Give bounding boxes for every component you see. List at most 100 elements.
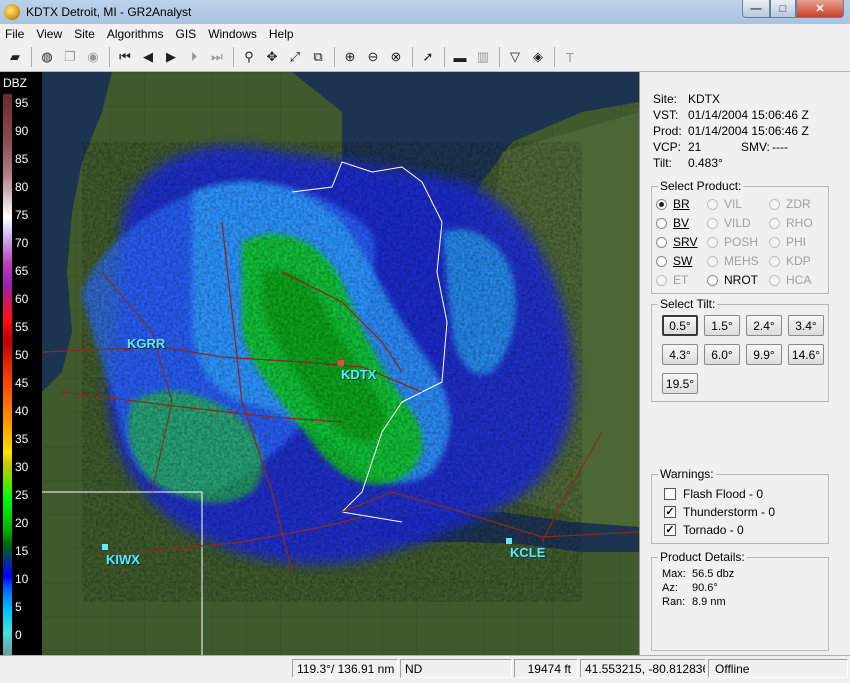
site-label-kgrr[interactable]: KGRR	[127, 336, 165, 351]
product-radio-br[interactable]: BR	[656, 197, 690, 211]
product-radio-srv[interactable]: SRV	[656, 235, 697, 249]
product-label: NROT	[724, 273, 758, 287]
status-bar: 119.3°/ 136.91 nm ND 19474 ft 41.553215,…	[0, 655, 850, 683]
open-folder-icon[interactable]: ▰	[4, 46, 26, 68]
kiwx-site-marker[interactable]	[102, 544, 108, 550]
tilt-button-4-3[interactable]: 4.3°	[662, 344, 698, 365]
split-icon[interactable]: ▥	[472, 46, 494, 68]
window-icon[interactable]: ⧉	[307, 46, 329, 68]
site-label-kiwx[interactable]: KIWX	[106, 552, 140, 567]
scale-tick: 50	[15, 348, 29, 362]
site-label-kcle[interactable]: KCLE	[510, 545, 545, 560]
tilt-button-6-0[interactable]: 6.0°	[704, 344, 740, 365]
product-label: VIL	[724, 197, 743, 211]
tilt-button-2-4[interactable]: 2.4°	[746, 315, 782, 336]
warning-tornado-checkbox[interactable]: ✓ Tornado - 0	[664, 523, 744, 537]
toolbar-separator	[334, 47, 335, 67]
kcle-site-marker[interactable]	[506, 538, 512, 544]
radar-map-view[interactable]: KGRR KDTX KIWX KCLE	[42, 72, 639, 655]
product-radio-mehs[interactable]: MEHS	[707, 254, 759, 268]
product-radio-posh[interactable]: POSH	[707, 235, 758, 249]
warning-thunderstorm-checkbox[interactable]: ✓ Thunderstorm - 0	[664, 505, 775, 519]
kdtx-site-marker[interactable]	[338, 360, 344, 366]
toolbar-separator	[499, 47, 500, 67]
zoom-in-icon[interactable]: ⊕	[339, 46, 361, 68]
zoom-icon[interactable]: ⚲	[238, 46, 260, 68]
skip-first-icon[interactable]: ⏮	[114, 46, 136, 68]
zoom-reset-icon[interactable]: ⊗	[385, 46, 407, 68]
checkbox-box: ✓	[664, 524, 676, 536]
play-icon[interactable]: ▶	[160, 46, 182, 68]
warning-label: Flash Flood - 0	[683, 487, 764, 501]
copy-icon[interactable]: ❐	[59, 46, 81, 68]
reflectivity-echoes	[82, 142, 582, 602]
tilt-button-0-5[interactable]: 0.5°	[662, 315, 698, 336]
ran-value: 8.9 nm	[692, 596, 726, 608]
vst-label: VST:	[653, 108, 679, 122]
filter-icon[interactable]: ▽	[504, 46, 526, 68]
product-radio-nrot[interactable]: NROT	[707, 273, 758, 287]
text-tool-icon[interactable]: T	[559, 46, 581, 68]
scale-tick: 80	[15, 180, 29, 194]
display-icon[interactable]: ▬	[449, 46, 471, 68]
tilt-label: Tilt:	[653, 156, 672, 170]
resize-icon[interactable]: ⤢	[284, 46, 306, 68]
select-tilt-group: Select Tilt: 0.5° 1.5° 2.4° 3.4° 4.3° 6.…	[651, 297, 829, 402]
smv-value: ----	[772, 140, 788, 154]
product-radio-rho[interactable]: RHO	[769, 216, 813, 230]
prod-value: 01/14/2004 15:06:46 Z	[688, 124, 809, 138]
tilt-button-9-9[interactable]: 9.9°	[746, 344, 782, 365]
warning-flash-flood-checkbox[interactable]: Flash Flood - 0	[664, 487, 763, 501]
menu-algorithms[interactable]: Algorithms	[102, 27, 169, 41]
menu-gis[interactable]: GIS	[171, 27, 202, 41]
scale-tick: 85	[15, 152, 29, 166]
product-label: SW	[673, 254, 693, 268]
diamond-icon[interactable]: ◈	[527, 46, 549, 68]
minimize-button[interactable]: —	[742, 0, 770, 18]
scale-tick: 20	[15, 516, 29, 530]
product-radio-vil[interactable]: VIL	[707, 197, 742, 211]
layers-icon[interactable]: ◉	[82, 46, 104, 68]
product-radio-zdr[interactable]: ZDR	[769, 197, 811, 211]
menu-view[interactable]: View	[31, 27, 67, 41]
product-radio-hca[interactable]: HCA	[769, 273, 811, 287]
status-azimuth-range: 119.3°/ 136.91 nm	[292, 659, 398, 678]
product-radio-sw[interactable]: SW	[656, 254, 692, 268]
zoom-out-icon[interactable]: ⊖	[362, 46, 384, 68]
tilt-button-3-4[interactable]: 3.4°	[788, 315, 824, 336]
status-altitude: 19474 ft	[514, 659, 578, 678]
warnings-group: Warnings: Flash Flood - 0 ✓ Thunderstorm …	[651, 467, 829, 544]
product-radio-et[interactable]: ET	[656, 273, 688, 287]
product-label: ET	[673, 273, 689, 287]
scale-tick: 35	[15, 432, 29, 446]
checkbox-box: ✓	[664, 506, 676, 518]
globe-icon[interactable]: ◍	[36, 46, 58, 68]
product-radio-phi[interactable]: PHI	[769, 235, 806, 249]
skip-last-icon[interactable]: ⏭	[206, 46, 228, 68]
status-coordinates: 41.553215, -80.812836	[580, 659, 706, 678]
tilt-button-19-5[interactable]: 19.5°	[662, 373, 698, 394]
product-radio-vild[interactable]: VILD	[707, 216, 751, 230]
step-forward-icon[interactable]: ⏵	[183, 46, 205, 68]
site-label-kdtx[interactable]: KDTX	[341, 367, 376, 382]
scale-tick: 70	[15, 236, 29, 250]
close-button[interactable]: ✕	[796, 0, 844, 18]
tilt-button-14-6[interactable]: 14.6°	[788, 344, 824, 365]
maximize-button[interactable]: □	[770, 0, 796, 18]
title-bar[interactable]: KDTX Detroit, MI - GR2Analyst — □ ✕	[0, 0, 850, 24]
product-radio-kdp[interactable]: KDP	[769, 254, 811, 268]
product-radio-bv[interactable]: BV	[656, 216, 689, 230]
pan-icon[interactable]: ✥	[261, 46, 283, 68]
product-label: HCA	[786, 273, 812, 287]
scale-tick: 30	[15, 460, 29, 474]
menu-help[interactable]: Help	[264, 27, 299, 41]
menu-site[interactable]: Site	[69, 27, 100, 41]
scale-tick: 10	[15, 572, 29, 586]
product-label: MEHS	[724, 254, 759, 268]
scale-tick: 45	[15, 376, 29, 390]
menu-file[interactable]: File	[0, 27, 29, 41]
tilt-button-1-5[interactable]: 1.5°	[704, 315, 740, 336]
menu-windows[interactable]: Windows	[203, 27, 262, 41]
step-back-icon[interactable]: ◀	[137, 46, 159, 68]
arrow-tool-icon[interactable]: ➚	[417, 46, 439, 68]
